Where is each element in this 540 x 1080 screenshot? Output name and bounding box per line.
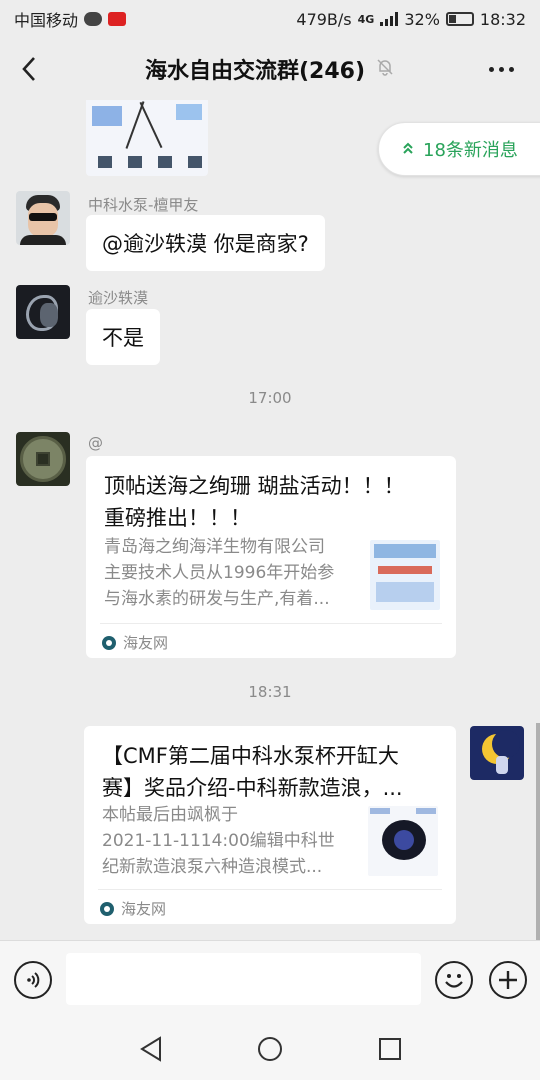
image-message-cutoff[interactable] xyxy=(86,100,208,176)
more-dot xyxy=(488,66,494,72)
more-dot xyxy=(508,66,514,72)
description-line: 本帖最后由飒枫于 xyxy=(102,805,238,825)
sender-name: 中科水泵-檀甲友 xyxy=(88,196,199,214)
link-card-thumbnail xyxy=(370,540,440,610)
title-group: 海水自由交流群(246) xyxy=(145,53,395,85)
chat-notification-icon xyxy=(84,12,103,26)
more-button[interactable] xyxy=(484,56,518,82)
image-block xyxy=(92,106,122,126)
back-button[interactable] xyxy=(14,52,44,86)
link-card-description: 本帖最后由飒枫于 2021-11-1114:00编辑中科世 纪新款造浪泵六种造浪… xyxy=(102,802,360,880)
link-card-title-line: 重磅推出！！！ xyxy=(104,506,251,530)
avatar[interactable] xyxy=(16,285,70,339)
network-speed: 479B/s xyxy=(296,9,352,29)
link-card-title: 顶帖送海之绚珊 瑚盐活动！！！ 重磅推出！！！ xyxy=(104,470,438,534)
message-bubble[interactable]: @逾沙轶漠 你是商家? xyxy=(86,215,325,271)
timestamp: 17:00 xyxy=(248,389,292,407)
clock: 18:32 xyxy=(479,9,526,29)
emoji-icon xyxy=(445,974,463,988)
battery-fill xyxy=(448,15,456,23)
divider xyxy=(100,623,442,624)
description-line: 2021-11-1114:00编辑中科世 xyxy=(102,831,335,851)
new-messages-button[interactable]: 18条新消息 xyxy=(378,122,540,176)
huawei-notification-icon xyxy=(108,12,127,26)
link-card-source: 海友网 xyxy=(100,898,166,919)
new-messages-label: 18条新消息 xyxy=(423,140,518,161)
plus-icon xyxy=(499,971,517,989)
description-line: 青岛海之绚海洋生物有限公司 xyxy=(104,537,325,557)
nav-recent-icon[interactable] xyxy=(378,1037,402,1061)
sender-name: @ xyxy=(88,434,103,452)
link-card-title-line: 顶帖送海之绚珊 瑚盐活动！！！ xyxy=(104,474,405,498)
double-up-arrow-icon xyxy=(401,139,415,160)
description-line: 纪新款造浪泵六种造浪模式... xyxy=(102,857,323,877)
network-type: 4G xyxy=(357,12,375,26)
link-card-source: 海友网 xyxy=(102,632,168,653)
source-logo-icon xyxy=(102,635,116,650)
chevron-left-icon xyxy=(22,57,35,81)
battery-percent: 32% xyxy=(404,9,440,29)
sender-name: 逾沙轶漠 xyxy=(88,289,149,307)
page-title: 海水自由交流群(246) xyxy=(144,59,366,84)
avatar[interactable] xyxy=(16,191,70,245)
message-bubble[interactable]: 不是 xyxy=(86,309,160,365)
link-card-title-line: 【CMF第二届中科水泵杯开缸大 xyxy=(102,744,399,768)
avatar[interactable] xyxy=(470,726,524,780)
image-block xyxy=(176,104,202,120)
system-navigation-bar xyxy=(0,1018,540,1080)
nav-back-icon[interactable] xyxy=(138,1035,164,1063)
chat-area[interactable]: 18条新消息 中科水泵-檀甲友 @逾沙轶漠 你是商家? 逾沙轶漠 不是 17:0… xyxy=(0,100,540,940)
link-card-title-line: 赛】奖品介绍-中科新款造浪，... xyxy=(102,776,403,800)
link-card-description: 青岛海之绚海洋生物有限公司 主要技术人员从1996年开始参 与海水素的研发与生产… xyxy=(104,534,362,612)
link-card-title: 【CMF第二届中科水泵杯开缸大 赛】奖品介绍-中科新款造浪，... xyxy=(102,740,438,804)
emoji-button[interactable] xyxy=(435,961,473,999)
image-line xyxy=(139,101,163,149)
plus-button[interactable] xyxy=(489,961,527,999)
nav-home-icon[interactable] xyxy=(257,1036,283,1062)
source-label: 海友网 xyxy=(123,634,169,652)
link-card-thumbnail xyxy=(368,806,438,876)
source-label: 海友网 xyxy=(121,900,167,918)
voice-button[interactable] xyxy=(14,961,52,999)
status-bar-left: 中国移动 xyxy=(14,7,127,31)
carrier-label: 中国移动 xyxy=(14,11,79,30)
voice-icon xyxy=(27,972,40,988)
link-card[interactable]: 顶帖送海之绚珊 瑚盐活动！！！ 重磅推出！！！ 青岛海之绚海洋生物有限公司 主要… xyxy=(86,456,456,658)
more-dot xyxy=(498,66,504,72)
divider xyxy=(98,889,442,890)
timestamp: 18:31 xyxy=(248,683,292,701)
input-bar xyxy=(0,940,540,1018)
avatar[interactable] xyxy=(16,432,70,486)
link-card[interactable]: 【CMF第二届中科水泵杯开缸大 赛】奖品介绍-中科新款造浪，... 本帖最后由飒… xyxy=(84,726,456,924)
battery-icon xyxy=(445,12,474,26)
source-logo-icon xyxy=(100,901,114,916)
image-dots xyxy=(98,156,202,168)
description-line: 主要技术人员从1996年开始参 xyxy=(104,563,335,583)
chat-header: 海水自由交流群(246) xyxy=(0,38,540,100)
status-bar-right: 479B/s 4G 32% 18:32 xyxy=(296,10,526,29)
scrollbar[interactable] xyxy=(536,723,540,940)
signal-icon xyxy=(380,12,399,26)
description-line: 与海水素的研发与生产,有着... xyxy=(104,589,330,609)
message-input[interactable] xyxy=(66,953,421,1005)
status-bar: 中国移动 479B/s 4G 32% 18:32 xyxy=(0,0,540,38)
bell-off-icon xyxy=(375,57,395,81)
